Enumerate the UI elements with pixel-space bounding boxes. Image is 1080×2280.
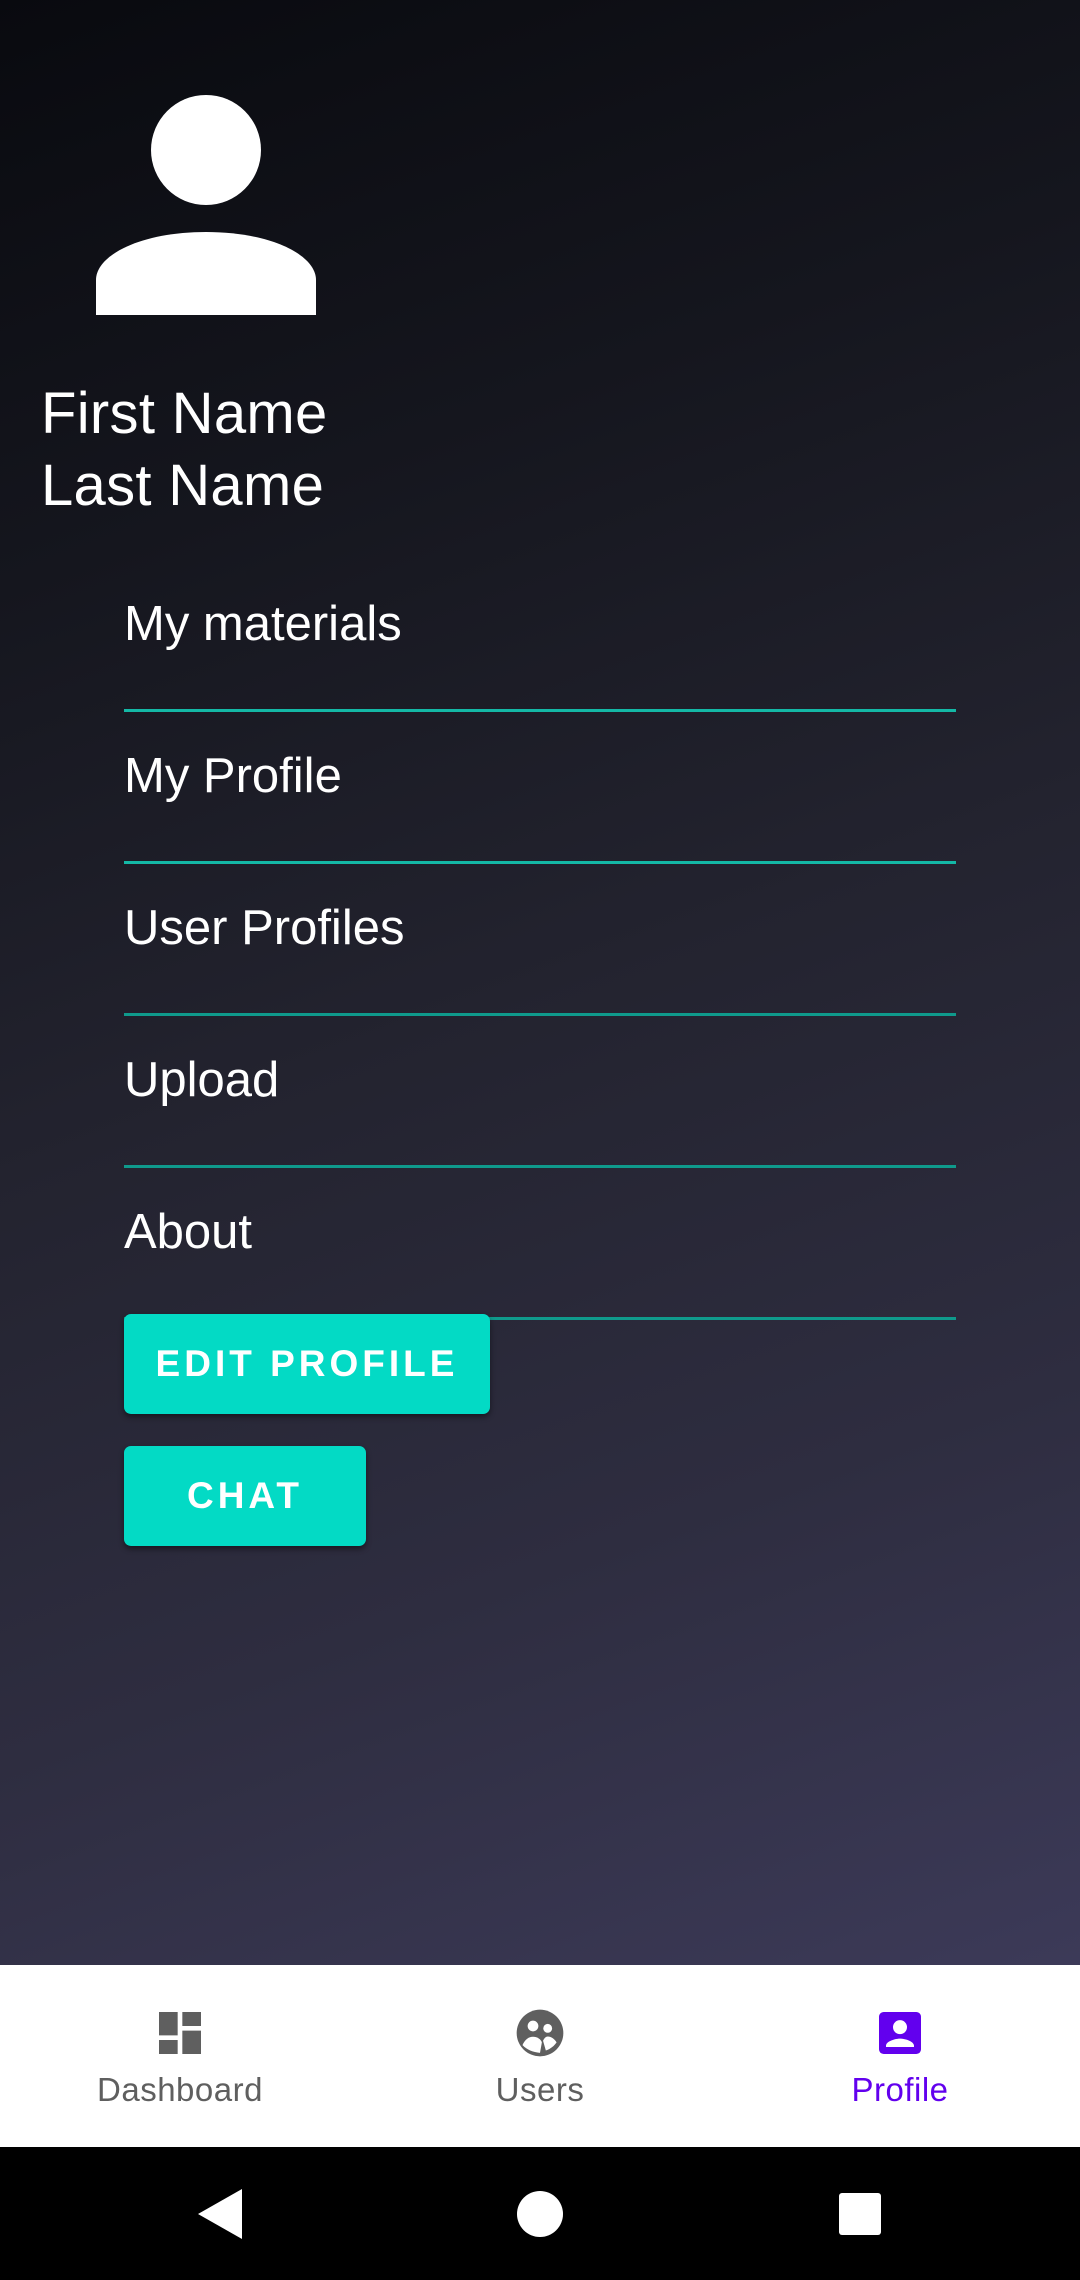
bottom-navigation: Dashboard Users Profile <box>0 1965 1080 2147</box>
menu-item-about[interactable]: About <box>124 1168 956 1320</box>
system-navigation-bar <box>0 2147 1080 2280</box>
menu-item-my-profile[interactable]: My Profile <box>124 712 956 864</box>
nav-item-profile[interactable]: Profile <box>720 1965 1080 2147</box>
menu-item-user-profiles[interactable]: User Profiles <box>124 864 956 1016</box>
users-icon <box>516 2009 564 2057</box>
back-icon <box>198 2188 242 2239</box>
dashboard-icon <box>159 2012 201 2054</box>
menu-item-upload[interactable]: Upload <box>124 1016 956 1168</box>
edit-profile-button[interactable]: EDIT PROFILE <box>124 1314 490 1414</box>
recents-icon <box>839 2192 881 2235</box>
profile-screen: First Name Last Name My materials My Pro… <box>0 0 1080 1965</box>
profile-menu: My materials My Profile User Profiles Up… <box>124 560 956 1320</box>
system-home-button[interactable] <box>500 2147 580 2280</box>
nav-label-dashboard: Dashboard <box>97 2071 263 2108</box>
nav-item-dashboard[interactable]: Dashboard <box>0 1965 360 2147</box>
first-name: First Name <box>41 381 328 446</box>
last-name: Last Name <box>41 453 325 518</box>
nav-label-users: Users <box>495 2071 585 2108</box>
chat-button[interactable]: CHAT <box>124 1446 366 1546</box>
home-icon <box>517 2190 563 2237</box>
menu-item-my-materials[interactable]: My materials <box>124 560 956 712</box>
nav-item-users[interactable]: Users <box>360 1965 720 2147</box>
profile-icon <box>879 2012 921 2054</box>
system-back-button[interactable] <box>180 2147 260 2280</box>
person-icon <box>96 95 316 315</box>
system-recents-button[interactable] <box>820 2147 900 2280</box>
nav-label-profile: Profile <box>851 2071 949 2108</box>
